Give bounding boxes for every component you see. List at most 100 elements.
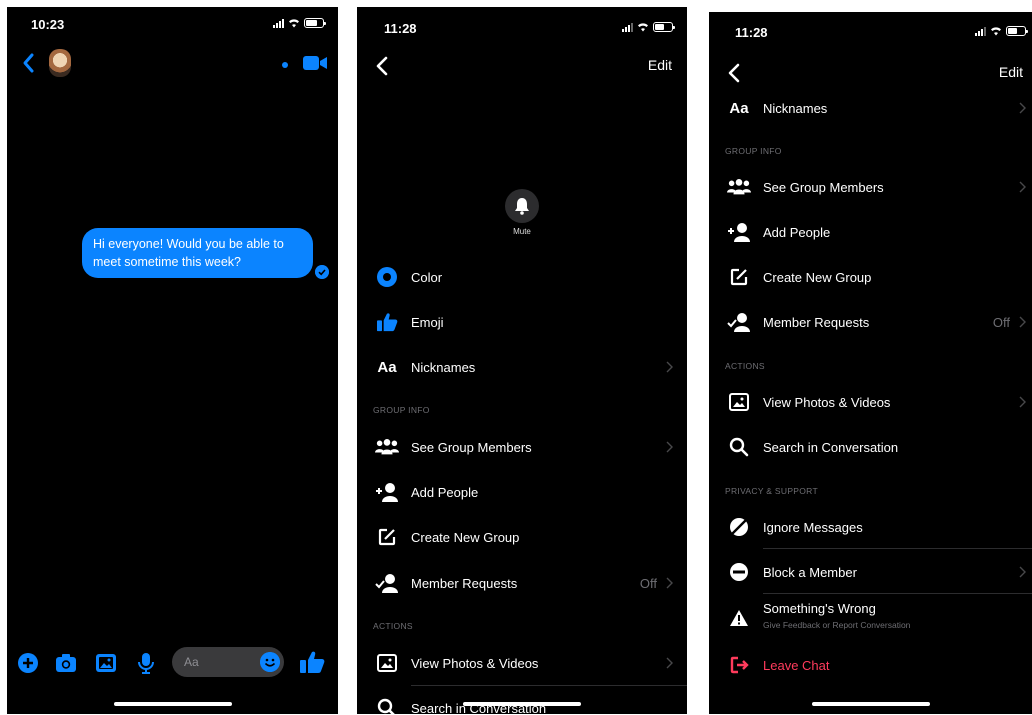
online-indicator <box>282 62 288 68</box>
row-label: See Group Members <box>763 179 884 195</box>
row-add-people[interactable]: Add People <box>357 472 687 512</box>
row-nicknames[interactable]: Aa Nicknames <box>709 88 1032 128</box>
edit-button[interactable]: Edit <box>999 64 1023 80</box>
row-something-wrong[interactable]: Something's Wrong Give Feedback or Repor… <box>709 598 1032 638</box>
divider <box>763 548 1032 549</box>
chat-header <box>7 41 338 85</box>
video-call-icon[interactable] <box>302 54 328 72</box>
row-label: View Photos & Videos <box>763 394 891 410</box>
row-see-group-members[interactable]: See Group Members <box>357 427 687 467</box>
plus-icon[interactable] <box>17 652 39 674</box>
row-label: See Group Members <box>411 439 532 455</box>
chevron-right-icon <box>666 577 673 589</box>
aa-icon: Aa <box>377 358 397 376</box>
row-see-group-members[interactable]: See Group Members <box>709 167 1032 207</box>
member-requests-icon <box>375 571 399 595</box>
back-icon[interactable] <box>375 56 389 76</box>
status-bar: 11:28 <box>709 12 1032 46</box>
message-bubble[interactable]: Hi everyone! Would you be able to meet s… <box>82 228 313 278</box>
row-label: Something's Wrong <box>763 601 876 616</box>
thumbs-up-icon[interactable] <box>299 650 325 674</box>
mute-button[interactable]: Mute <box>505 189 539 236</box>
mute-label: Mute <box>513 227 531 236</box>
row-ignore-messages[interactable]: Ignore Messages <box>709 507 1032 547</box>
edit-button[interactable]: Edit <box>648 57 672 73</box>
add-person-icon <box>375 480 399 504</box>
row-view-photos[interactable]: View Photos & Videos <box>709 382 1032 422</box>
row-label: Emoji <box>411 314 444 330</box>
composer-bar <box>7 644 338 680</box>
chevron-right-icon <box>1019 316 1026 328</box>
status-time: 11:28 <box>735 25 768 40</box>
row-search-in-conversation[interactable]: Search in Conversation <box>709 427 1032 467</box>
divider <box>763 593 1032 594</box>
home-indicator[interactable] <box>463 702 581 706</box>
row-label: Member Requests <box>763 314 870 330</box>
section-header-actions: ACTIONS <box>373 621 413 631</box>
section-header-privacy-support: PRIVACY & SUPPORT <box>725 486 818 496</box>
chevron-right-icon <box>1019 102 1026 114</box>
back-icon[interactable] <box>727 63 741 83</box>
signal-icon <box>975 26 986 36</box>
home-indicator[interactable] <box>113 702 232 706</box>
section-header-group-info: GROUP INFO <box>373 405 430 415</box>
block-icon <box>727 560 751 584</box>
microphone-icon[interactable] <box>135 652 157 674</box>
photo-icon <box>727 390 751 414</box>
row-value: Off <box>639 575 657 591</box>
read-receipt-icon <box>315 265 329 279</box>
row-label: Search in Conversation <box>763 439 899 455</box>
group-members-icon <box>727 175 751 199</box>
divider <box>411 685 687 686</box>
row-search-in-conversation[interactable]: Search in Conversation <box>357 688 687 714</box>
row-label: Add People <box>411 484 479 500</box>
home-indicator[interactable] <box>811 702 930 706</box>
row-label: Nicknames <box>411 359 476 375</box>
row-label: Create New Group <box>763 269 872 285</box>
avatar[interactable] <box>49 49 71 77</box>
section-header-group-info: GROUP INFO <box>725 146 782 156</box>
row-view-photos[interactable]: View Photos & Videos <box>357 643 687 683</box>
row-label: Leave Chat <box>763 657 830 673</box>
section-header-actions: ACTIONS <box>725 361 765 371</box>
row-block-member[interactable]: Block a Member <box>709 552 1032 592</box>
battery-icon <box>653 22 675 32</box>
mute-circle[interactable] <box>505 189 539 223</box>
bell-icon <box>515 198 529 215</box>
create-group-icon <box>727 265 751 289</box>
row-leave-chat[interactable]: Leave Chat <box>709 645 1032 685</box>
status-bar: 11:28 <box>357 7 687 41</box>
warning-icon <box>727 606 751 630</box>
status-time: 10:23 <box>31 17 65 32</box>
row-add-people[interactable]: Add People <box>709 212 1032 252</box>
emoji-icon[interactable] <box>260 652 280 672</box>
chevron-right-icon <box>1019 181 1026 193</box>
member-requests-icon <box>727 310 751 334</box>
system-icons <box>273 18 326 28</box>
chat-settings-scrolled-screen: 11:28 Edit Aa Nicknames GROUP INFO See G… <box>709 12 1032 714</box>
back-icon[interactable] <box>21 52 37 74</box>
camera-icon[interactable] <box>55 652 77 674</box>
row-label: Create New Group <box>411 529 520 545</box>
row-nicknames[interactable]: Aa Nicknames <box>357 347 687 387</box>
battery-icon <box>1006 26 1028 36</box>
row-subtitle: Give Feedback or Report Conversation <box>763 620 911 630</box>
thumbs-up-icon <box>375 310 399 334</box>
add-person-icon <box>727 220 751 244</box>
row-member-requests[interactable]: Member Requests Off <box>709 302 1032 342</box>
row-create-new-group[interactable]: Create New Group <box>357 517 687 557</box>
gallery-icon[interactable] <box>95 652 117 674</box>
nav-bar: Edit <box>357 47 687 83</box>
chat-settings-screen: 11:28 Edit Mute Color Emoji Aa Nicknames… <box>357 7 687 714</box>
system-icons <box>622 22 675 32</box>
row-emoji[interactable]: Emoji <box>357 302 687 342</box>
signal-icon <box>622 22 633 32</box>
row-label: Block a Member <box>763 564 857 580</box>
row-value: Off <box>992 314 1010 330</box>
status-bar: 10:23 <box>7 7 338 41</box>
row-color[interactable]: Color <box>357 257 687 297</box>
signal-icon <box>273 18 284 28</box>
photo-icon <box>375 651 399 675</box>
row-create-new-group[interactable]: Create New Group <box>709 257 1032 297</box>
row-member-requests[interactable]: Member Requests Off <box>357 563 687 603</box>
